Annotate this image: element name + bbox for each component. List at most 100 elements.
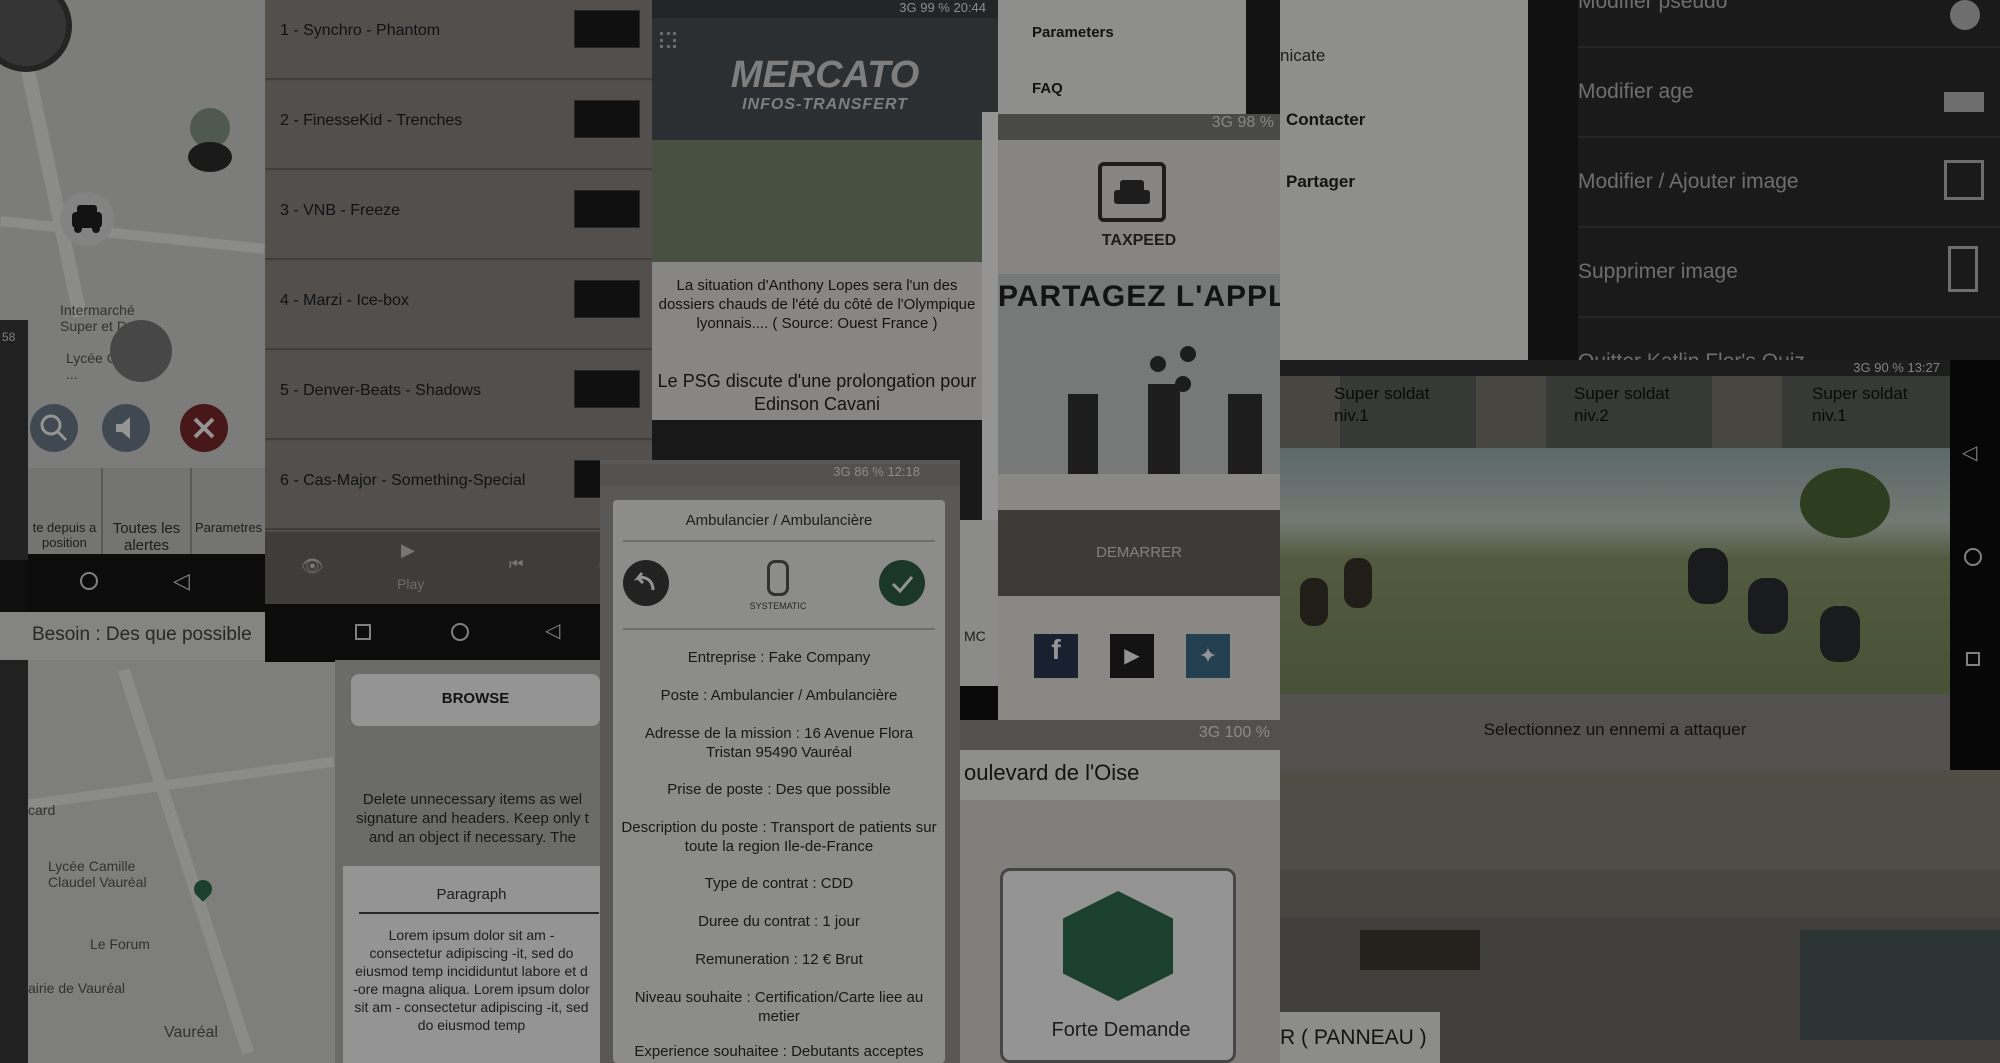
mission-line: Entreprise : Fake Company bbox=[687, 649, 871, 666]
paragraph-block[interactable]: Paragraph Lorem ipsum dolor sit am - con… bbox=[343, 866, 600, 1063]
track-row[interactable]: 3 - VNB - Freeze bbox=[265, 172, 652, 260]
track-name: 2 - FinesseKid - Trenches bbox=[280, 112, 463, 129]
status-bar: 3G 99 % 20:44 bbox=[652, 0, 998, 18]
action-bar: te depuis a position Toutes les alertes … bbox=[28, 468, 265, 554]
enemy-soldier[interactable] bbox=[1748, 578, 1788, 634]
mission-line: Remuneration : 12 € Brut bbox=[695, 951, 863, 968]
unit-name[interactable]: Super soldat bbox=[1334, 384, 1429, 404]
track-row[interactable]: 4 - Marzi - Ice-box bbox=[265, 262, 652, 350]
alert-marker-icon[interactable] bbox=[110, 320, 172, 382]
locate-button[interactable] bbox=[0, 0, 72, 72]
user-avatar-marker[interactable] bbox=[186, 108, 234, 172]
mercato-screen: 3G 99 % 20:44 MERCATO INFOS-TRANSFERT La… bbox=[652, 0, 998, 520]
menu-share[interactable]: Partager bbox=[1286, 172, 1355, 192]
ally-soldier[interactable] bbox=[1344, 558, 1372, 608]
profile-row-label: Modifier age bbox=[1578, 80, 1694, 103]
home-icon[interactable] bbox=[80, 572, 98, 590]
back-icon[interactable]: ◁ bbox=[1962, 440, 1977, 465]
close-icon[interactable] bbox=[180, 404, 228, 452]
profile-row[interactable]: Supprimer image bbox=[1578, 230, 2000, 318]
map-screen: Intermarché Super et D... Lycée Claude .… bbox=[0, 0, 265, 560]
track-name: 1 - Synchro - Phantom bbox=[280, 22, 441, 39]
track-thumbnail bbox=[574, 280, 640, 318]
game-navbar: ◁ bbox=[1950, 360, 2000, 770]
status-bar: 3G 90 % 13:27 bbox=[1280, 360, 1950, 376]
battle-prompt: Selectionnez un ennemi a attaquer bbox=[1280, 694, 1950, 770]
track-row[interactable]: 1 - Synchro - Phantom bbox=[265, 0, 652, 80]
taxpeed-logo: TAXPEED bbox=[998, 140, 1280, 274]
track-thumbnail bbox=[574, 100, 640, 138]
unit-name[interactable]: Super soldat bbox=[1574, 384, 1669, 404]
track-thumbnail bbox=[574, 10, 640, 48]
menu-communicate[interactable]: nicate bbox=[1280, 46, 1325, 66]
visibility-icon[interactable]: 👁 bbox=[301, 556, 324, 577]
enemy-soldier[interactable] bbox=[1820, 606, 1860, 662]
editor-screen: BROWSE Delete unnecessary items as wel s… bbox=[335, 660, 600, 1063]
track-row[interactable]: 6 - Cas-Major - Something-Special bbox=[265, 442, 652, 530]
brand-name: TAXPEED bbox=[1101, 232, 1177, 249]
map-label-card: card bbox=[28, 802, 56, 818]
track-row[interactable]: 5 - Denver-Beats - Shadows bbox=[265, 352, 652, 440]
need-bar: Besoin : Des que possible bbox=[0, 612, 265, 660]
street-title: oulevard de l'Oise bbox=[960, 750, 1280, 800]
profile-row-label: Modifier / Ajouter image bbox=[1578, 170, 1799, 193]
demand-tile[interactable]: Forte Demande bbox=[1000, 868, 1236, 1063]
youtube-icon[interactable]: ▶ bbox=[1110, 634, 1154, 678]
browse-button[interactable]: BROWSE bbox=[351, 674, 600, 726]
unit-level: niv.1 bbox=[1334, 406, 1369, 425]
home-icon[interactable] bbox=[1964, 548, 1982, 566]
mission-line: Type de contrat : CDD bbox=[704, 875, 854, 892]
profile-row[interactable]: Modifier age bbox=[1578, 50, 2000, 138]
profile-row[interactable]: Modifier / Ajouter image bbox=[1578, 140, 2000, 228]
recents-icon[interactable] bbox=[1966, 652, 1980, 666]
mission-line: Description du poste : Transport de pati… bbox=[621, 819, 937, 855]
unit-portrait bbox=[1712, 376, 1782, 456]
share-banner[interactable]: PARTAGEZ L'APPLI bbox=[998, 274, 1280, 474]
article-summary[interactable]: La situation d'Anthony Lopes sera l'un d… bbox=[652, 276, 982, 333]
facebook-icon[interactable]: f bbox=[1034, 634, 1078, 678]
recents-icon[interactable] bbox=[355, 624, 371, 640]
side-edge-label: MC bbox=[964, 628, 986, 644]
track-row[interactable]: 2 - FinesseKid - Trenches bbox=[265, 82, 652, 170]
demand-screen: 3G 100 % oulevard de l'Oise Forte Demand… bbox=[960, 720, 1280, 1063]
accept-button[interactable] bbox=[879, 560, 925, 606]
profile-settings: Modifier pseudo Modifier age Modifier / … bbox=[1528, 0, 2000, 360]
back-button[interactable] bbox=[623, 560, 669, 606]
profile-row[interactable]: Modifier pseudo bbox=[1578, 0, 2000, 48]
sound-icon[interactable] bbox=[102, 404, 150, 452]
unit-name[interactable]: Super soldat bbox=[1812, 384, 1907, 404]
play-icon[interactable]: ▶ bbox=[401, 540, 415, 561]
battle-screen: 3G 90 % 13:27 Super soldat niv.1 Super s… bbox=[1280, 360, 1950, 770]
article-image[interactable] bbox=[652, 140, 982, 262]
back-icon[interactable]: ◁ bbox=[173, 568, 190, 594]
taxi-marker-icon[interactable] bbox=[60, 192, 114, 246]
start-button[interactable]: DEMARRER bbox=[998, 510, 1280, 596]
enemy-soldier[interactable] bbox=[1688, 548, 1728, 604]
menu-contact[interactable]: Contacter bbox=[1286, 110, 1365, 130]
action-settings[interactable]: Parametres bbox=[192, 468, 265, 554]
unit-portrait bbox=[1280, 376, 1340, 456]
track-thumbnail bbox=[574, 190, 640, 228]
profile-row[interactable]: Quitter Katlin Flor's Quiz bbox=[1578, 320, 2000, 360]
zoom-icon[interactable] bbox=[30, 404, 78, 452]
profile-row-label: Quitter Katlin Flor's Quiz bbox=[1578, 350, 1805, 360]
action-alerts[interactable]: Toutes les alertes bbox=[103, 468, 193, 554]
article-title[interactable]: Le PSG discute d'une prolongation pour E… bbox=[652, 370, 982, 416]
battlefield[interactable] bbox=[1280, 448, 1950, 694]
music-screen: 1 - Synchro - Phantom 2 - FinesseKid - T… bbox=[265, 0, 652, 662]
side-strip: 58 bbox=[0, 320, 28, 560]
twitter-icon[interactable]: ✦ bbox=[1186, 634, 1230, 678]
menu-icon[interactable] bbox=[660, 32, 676, 48]
ally-soldier[interactable] bbox=[1300, 578, 1328, 626]
map-label-forum: Le Forum bbox=[90, 936, 150, 952]
menu-faq[interactable]: FAQ bbox=[1032, 80, 1063, 97]
taxi-icon bbox=[1098, 162, 1166, 222]
image-icon bbox=[1944, 160, 1984, 200]
sign-label-box: R ( PANNEAU ) bbox=[1280, 1012, 1440, 1063]
menu-parameters[interactable]: Parameters bbox=[1032, 24, 1114, 41]
previous-icon[interactable]: ⏮ bbox=[509, 556, 523, 574]
action-locate[interactable]: te depuis a position bbox=[28, 468, 103, 554]
map-screen-2: card Lycée Camille Claudel Vauréal Le Fo… bbox=[0, 660, 335, 1063]
home-icon[interactable] bbox=[451, 623, 469, 641]
back-icon[interactable]: ◁ bbox=[545, 618, 560, 643]
